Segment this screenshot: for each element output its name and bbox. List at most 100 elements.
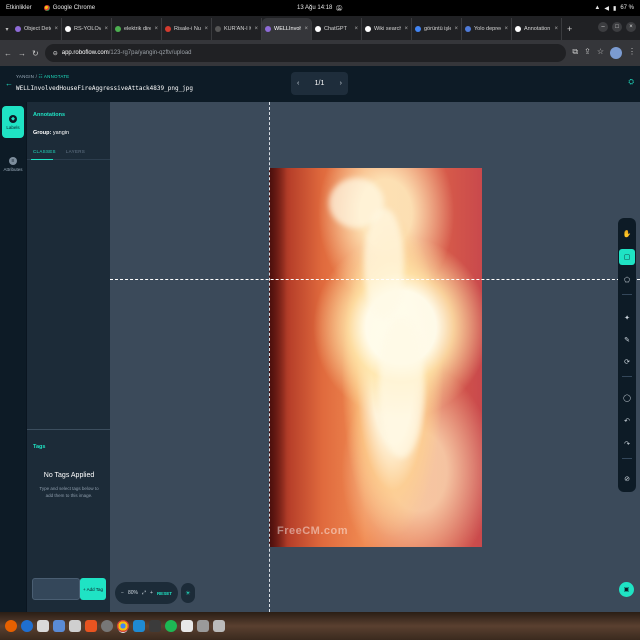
browser-tab[interactable]: RS-YOLOv × — [62, 18, 112, 40]
tag-input[interactable] — [32, 578, 80, 600]
fit-icon[interactable]: ⤢ — [142, 590, 146, 596]
breadcrumb-workspace[interactable]: YANGIN — [16, 74, 34, 79]
settings-icon[interactable]: ⛭ — [628, 79, 634, 87]
tab-favicon-icon — [365, 26, 371, 32]
tab-classes[interactable]: CLASSES — [33, 149, 56, 154]
tab-close-icon[interactable]: × — [504, 26, 508, 32]
group-label: Group: — [33, 130, 52, 136]
document-icon[interactable] — [52, 620, 65, 632]
toolbar-divider — [622, 458, 632, 459]
tab-close-icon[interactable]: × — [304, 26, 308, 32]
bookmark-star-icon[interactable]: ☆ — [597, 47, 604, 59]
files-icon[interactable] — [36, 620, 49, 632]
forward-icon[interactable]: → — [18, 49, 26, 58]
url-field[interactable]: ⊖ app.roboflow.com/123-rg7pa/yangin-qzft… — [44, 44, 567, 62]
tag-icon: ◆ — [9, 114, 17, 123]
close-window-icon[interactable]: × — [626, 22, 636, 32]
tab-close-icon[interactable]: × — [204, 26, 208, 32]
panel-title: Annotations — [33, 112, 66, 118]
system-menu[interactable]: ▲ ◀ ▮ 67 % — [594, 5, 634, 12]
browser-tab-active[interactable]: WELLInvolv × — [262, 18, 312, 40]
tab-label: görüntü işle — [424, 26, 452, 32]
trash-icon[interactable] — [212, 620, 225, 632]
tab-search-icon[interactable]: ▾ — [2, 18, 12, 40]
polygon-icon[interactable]: ⬠ — [619, 272, 635, 288]
terminal-icon[interactable] — [148, 620, 161, 632]
tab-close-icon[interactable]: × — [254, 26, 258, 32]
zoom-out-icon[interactable]: − — [121, 590, 124, 596]
chrome-icon — [43, 5, 50, 11]
tab-close-icon[interactable]: × — [54, 26, 58, 32]
tab-label: KUR'AN-I K — [224, 26, 252, 32]
reset-zoom-button[interactable]: RESET — [157, 591, 172, 596]
redo-icon[interactable]: ↷ — [619, 436, 635, 452]
reload-icon[interactable]: ↻ — [32, 49, 39, 58]
site-info-icon[interactable]: ⊖ — [53, 50, 58, 57]
browser-tab[interactable]: Wiki search × — [362, 18, 412, 40]
tab-close-icon[interactable]: × — [354, 26, 358, 32]
tab-favicon-icon — [265, 26, 271, 32]
breadcrumb-annotate[interactable]: ☷ ANNOTATE — [38, 74, 69, 79]
tab-close-icon[interactable]: × — [404, 26, 408, 32]
new-tab-button[interactable]: + — [562, 18, 577, 40]
minimize-icon[interactable]: – — [598, 22, 608, 32]
browser-tab[interactable]: Object Dete × — [12, 18, 62, 40]
tab-close-icon[interactable]: × — [454, 26, 458, 32]
back-arrow-icon[interactable]: ← — [5, 79, 13, 88]
comment-icon[interactable]: ◯ — [619, 390, 635, 406]
panel-divider — [27, 429, 111, 430]
share-icon[interactable]: ⇪ — [584, 47, 591, 59]
calendar-icon[interactable] — [68, 620, 81, 632]
brightness-icon[interactable]: ☀ — [181, 583, 195, 603]
text-editor-icon[interactable] — [180, 620, 193, 632]
add-tag-button[interactable]: + Add Tag — [80, 578, 106, 600]
thunderbird-icon[interactable] — [20, 620, 33, 632]
tab-close-icon[interactable]: × — [104, 26, 108, 32]
zoom-in-icon[interactable]: + — [150, 590, 153, 596]
firefox-icon[interactable] — [4, 620, 17, 632]
clock[interactable]: 13 Ağu 14:18 🔕︎ — [297, 5, 343, 12]
tab-layers[interactable]: LAYERS — [66, 149, 85, 154]
translate-icon[interactable]: ⧉ — [572, 47, 578, 59]
fire-image[interactable]: FreeCM.com — [269, 168, 482, 547]
browser-tab[interactable]: elektrik dire × — [112, 18, 162, 40]
smart-polygon-icon[interactable]: ✦ — [619, 310, 635, 326]
spotify-icon[interactable] — [164, 620, 177, 632]
group-row[interactable]: Group: yangin — [33, 130, 69, 136]
back-icon[interactable]: ← — [4, 49, 12, 58]
vscode-icon[interactable] — [132, 620, 145, 632]
annotation-canvas[interactable]: FreeCM.com − 80% ⤢ + RESET ☀ ✋ ▢ ⬠ ✦ ✎ ⟳… — [110, 102, 640, 612]
browser-tab[interactable]: ChatGPT × — [312, 18, 362, 40]
profile-avatar[interactable] — [610, 47, 622, 59]
null-icon[interactable]: ⊘ — [619, 471, 635, 487]
tab-favicon-icon — [515, 26, 521, 32]
rail-attributes[interactable]: ≡ Attributes — [2, 148, 24, 180]
panel-tabs: CLASSES LAYERS — [33, 149, 85, 154]
browser-tab[interactable]: Risale-i Nur × — [162, 18, 212, 40]
next-image-icon[interactable]: › — [340, 80, 342, 87]
rail-labels[interactable]: ◆ Labels — [2, 106, 24, 138]
help-icon[interactable] — [100, 620, 113, 632]
prev-image-icon[interactable]: ‹ — [297, 80, 299, 87]
save-icon[interactable]: ▣ — [619, 582, 634, 597]
tab-close-icon[interactable]: × — [554, 26, 558, 32]
browser-tab[interactable]: Annotation × — [512, 18, 562, 40]
browser-actions: ⧉ ⇪ ☆ ⋮ — [572, 47, 636, 59]
app-menu[interactable]: Google Chrome — [43, 5, 95, 11]
menu-kebab-icon[interactable]: ⋮ — [628, 47, 636, 59]
chrome-dock-icon[interactable] — [116, 620, 129, 632]
repeat-icon[interactable]: ⟳ — [619, 354, 635, 370]
software-icon[interactable] — [84, 620, 97, 632]
activities-button[interactable]: Etkinlikler — [6, 5, 32, 11]
hand-icon[interactable]: ✋ — [619, 226, 635, 242]
bounding-box-icon[interactable]: ▢ — [619, 249, 635, 265]
drive-icon[interactable] — [196, 620, 209, 632]
browser-tab[interactable]: KUR'AN-I K × — [212, 18, 262, 40]
tab-close-icon[interactable]: × — [154, 26, 158, 32]
browser-tab[interactable]: Yolo deprec × — [462, 18, 512, 40]
page-counter: 1/1 — [314, 80, 325, 87]
browser-tab[interactable]: görüntü işle × — [412, 18, 462, 40]
undo-icon[interactable]: ↶ — [619, 413, 635, 429]
label-assist-icon[interactable]: ✎ — [619, 332, 635, 348]
maximize-icon[interactable]: □ — [612, 22, 622, 32]
